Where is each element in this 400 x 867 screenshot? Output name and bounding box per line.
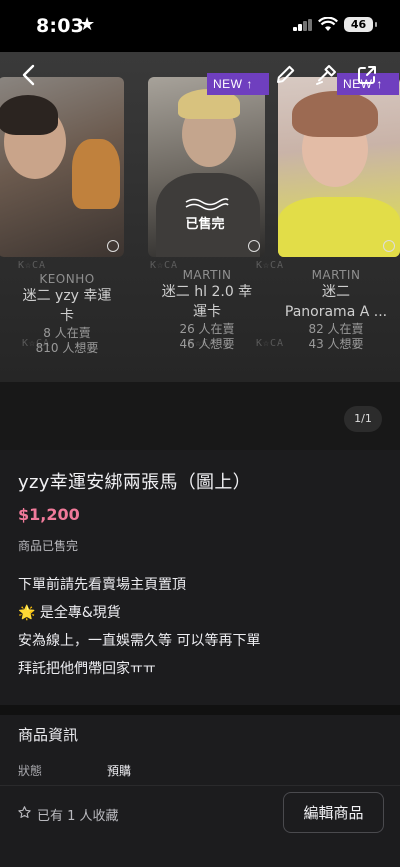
card-sellers: 26 人在賣 — [179, 322, 235, 336]
card-sellers: 82 人在賣 — [308, 322, 364, 336]
cellular-signal-icon — [293, 19, 313, 31]
bump-icon[interactable] — [311, 60, 341, 90]
watermark: K☆CA — [22, 338, 51, 349]
description-line: 拜託把他們帶回家ㅠㅠ — [18, 661, 156, 677]
product-image-gallery[interactable]: 已售完 NEW ↑ NEW ↑ KEONHO 迷二 yzy 幸運 卡 8 人在賣… — [0, 52, 400, 450]
watermark: K☆CA — [256, 338, 285, 349]
watermark: K☆CA — [256, 260, 285, 271]
watermark: K☆CA — [150, 260, 179, 271]
photocard-keonho — [0, 77, 124, 257]
battery-indicator: 46 — [344, 17, 377, 32]
section-heading: 商品資訊 — [18, 726, 79, 744]
card-title: Panorama A ... — [284, 304, 388, 320]
product-price: $1,200 — [18, 505, 80, 524]
description-line: 下單前請先看賣場主頁置頂 — [18, 577, 186, 593]
back-icon[interactable] — [14, 60, 44, 90]
wifi-icon — [318, 17, 338, 31]
star-icon: ★ — [79, 14, 96, 35]
card-title: 迷二 — [322, 284, 350, 300]
card-title: 迷二 yzy 幸運 — [22, 288, 112, 304]
star-outline-icon[interactable] — [17, 805, 32, 820]
card-caption: KEONHO 迷二 yzy 幸運 卡 8 人在賣 810 人想要 — [0, 272, 134, 356]
card-sellers: 8 人在賣 — [43, 326, 91, 340]
check-circle-icon — [383, 240, 395, 252]
watermark: K☆CA — [188, 338, 217, 349]
product-detail: yzy幸運安綁兩張馬（圖上） $1,200 商品已售完 下單前請先看賣場主頁置頂… — [0, 450, 400, 705]
new-badge: NEW ↑ — [207, 73, 269, 95]
product-description: 下單前請先看賣場主頁置頂 🌟 是全專&現貨 安為線上，一直娛需久等 可以等再下單… — [18, 571, 378, 683]
check-circle-icon — [248, 240, 260, 252]
status-bar: 8:03 ★ 46 — [0, 0, 400, 52]
watermark: K☆CA — [18, 260, 47, 271]
card-title: 卡 — [60, 308, 74, 324]
description-line: 安為線上，一直娛需久等 可以等再下單 — [18, 633, 261, 649]
product-photo: 已售完 NEW ↑ NEW ↑ KEONHO 迷二 yzy 幸運 卡 8 人在賣… — [0, 52, 400, 382]
product-status: 商品已售完 — [18, 539, 79, 553]
bottom-bar: 已有 1 人收藏 編輯商品 — [0, 785, 400, 867]
sold-out-label: 已售完 — [185, 217, 225, 232]
edit-product-button[interactable]: 編輯商品 — [283, 792, 384, 833]
sold-out-stamp: 已售完 — [172, 197, 238, 241]
product-title: yzy幸運安綁兩張馬（圖上） — [18, 472, 251, 493]
card-title: 迷二 hl 2.0 幸 — [161, 284, 253, 300]
card-title: 運卡 — [193, 304, 221, 320]
info-status-label: 狀態 — [18, 764, 43, 778]
wave-icon — [185, 198, 229, 211]
share-icon[interactable] — [352, 60, 382, 90]
description-line: 🌟 是全專&現貨 — [18, 605, 121, 621]
card-member-name: MARTIN — [311, 268, 361, 282]
photocard-martin-2 — [278, 77, 400, 257]
card-caption: MARTIN 迷二 Panorama A ... 82 人在賣 43 人想要 — [272, 268, 400, 352]
card-wants: 810 人想要 — [35, 341, 99, 355]
favorites-count: 已有 1 人收藏 — [37, 809, 119, 824]
card-wants: 43 人想要 — [308, 337, 364, 351]
check-circle-icon — [107, 240, 119, 252]
card-member-name: KEONHO — [39, 272, 95, 286]
image-pager: 1/1 — [344, 406, 382, 432]
section-divider — [0, 705, 400, 715]
product-info-section: 商品資訊 狀態 預購 — [0, 715, 400, 785]
status-time: 8:03 — [36, 15, 85, 37]
edit-pencil-icon[interactable] — [270, 60, 300, 90]
info-status-value: 預購 — [107, 764, 132, 778]
